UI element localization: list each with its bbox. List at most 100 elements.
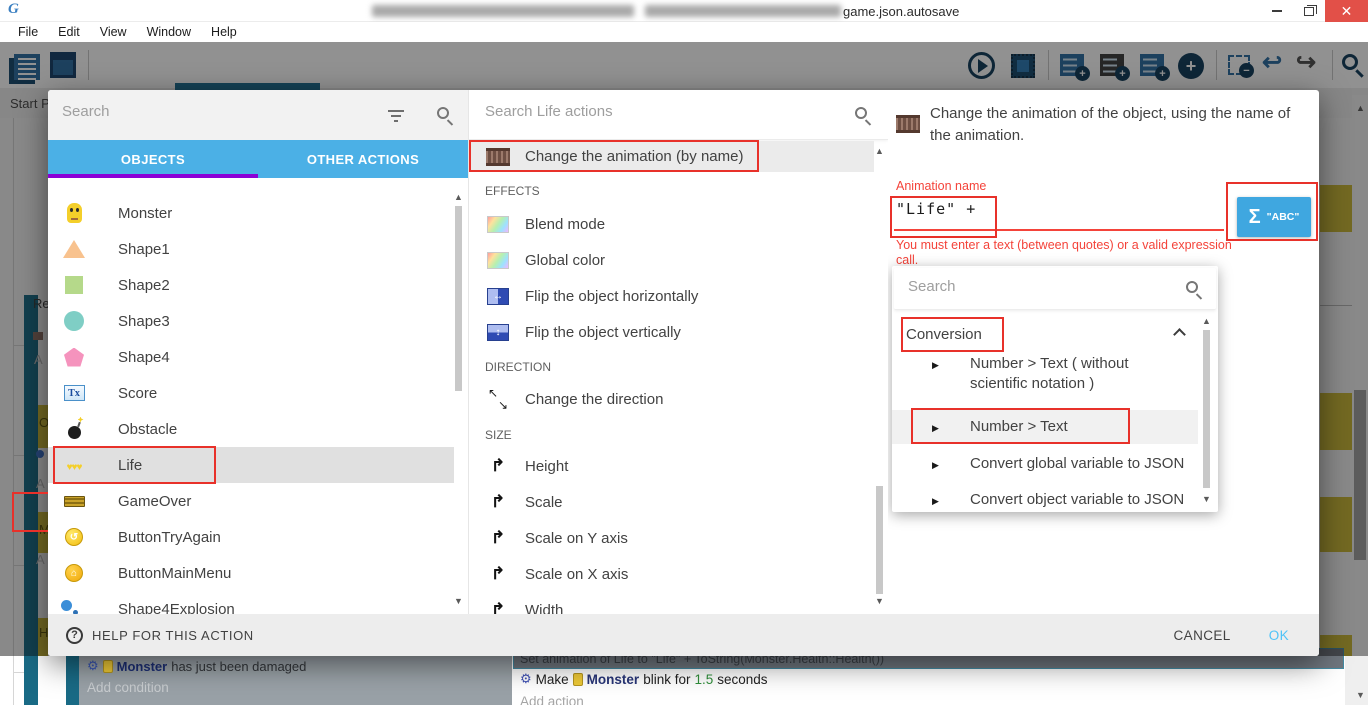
expression-row-global-var-json[interactable]: Convert global variable to JSON xyxy=(892,454,1198,475)
object-row-buttonmainmenu[interactable]: ButtonMainMenu xyxy=(48,555,454,591)
scroll-up-icon[interactable]: ▲ xyxy=(1202,316,1211,326)
objects-tabs: OBJECTS OTHER ACTIONS xyxy=(48,140,468,178)
object-row-buttontryagain[interactable]: ButtonTryAgain xyxy=(48,519,454,555)
action-row-scale-y[interactable]: Scale on Y axis xyxy=(470,520,874,556)
chevron-up-icon[interactable] xyxy=(1173,328,1186,341)
tree-guide-line xyxy=(13,656,14,705)
action-row-global-color[interactable]: Global color xyxy=(470,242,874,278)
action-editor-dialog: OBJECTS OTHER ACTIONS Monster Shape1 Sha… xyxy=(48,90,1319,656)
tab-objects[interactable]: OBJECTS xyxy=(48,140,258,178)
pink-pentagon-icon xyxy=(62,345,86,369)
expression-dropdown: Conversion Number > Text ( without scien… xyxy=(892,266,1218,512)
dropdown-scrollbar-thumb[interactable] xyxy=(1203,330,1210,488)
flip-vertical-icon xyxy=(486,320,510,344)
help-label: HELP FOR THIS ACTION xyxy=(92,628,254,643)
rainbow-icon xyxy=(486,248,510,272)
resize-corner-icon xyxy=(486,526,510,550)
annotation-box-change-animation xyxy=(469,140,759,172)
gdevelop-logo-icon: G xyxy=(8,1,19,18)
action-row-scale-x[interactable]: Scale on X axis xyxy=(470,556,874,592)
condition-column: ⚙ Monster has just been damaged Add cond… xyxy=(79,656,512,705)
events-scrollbar-bottom: ▼ xyxy=(1345,656,1368,705)
expression-row-object-var-json[interactable]: Convert object variable to JSON xyxy=(892,490,1198,511)
annotation-box-life-object xyxy=(53,446,216,484)
restore-button[interactable] xyxy=(1294,0,1324,22)
action-row-blend-mode[interactable]: Blend mode xyxy=(470,206,874,242)
menu-window[interactable]: Window xyxy=(137,25,201,39)
scroll-down-icon[interactable]: ▼ xyxy=(454,596,463,606)
triangle-bullet-icon xyxy=(932,354,940,375)
action-text: Make xyxy=(536,672,569,687)
resize-corner-icon xyxy=(486,598,510,614)
cancel-button[interactable]: CANCEL xyxy=(1174,628,1231,643)
objects-scrollbar-thumb[interactable] xyxy=(455,206,462,391)
action-type-icon: ⚙ xyxy=(520,671,532,687)
resize-corner-icon xyxy=(486,490,510,514)
restore-icon xyxy=(1304,7,1314,16)
object-row-shape4[interactable]: Shape4 xyxy=(48,339,454,375)
action-row-change-direction[interactable]: Change the direction xyxy=(470,381,874,417)
annotation-box-expression-button xyxy=(1226,182,1318,241)
action-row-width[interactable]: Width xyxy=(470,592,874,614)
expression-row-number-text-no-sci[interactable]: Number > Text ( without scientific notat… xyxy=(892,354,1198,394)
menu-edit[interactable]: Edit xyxy=(48,25,90,39)
tab-other-actions[interactable]: OTHER ACTIONS xyxy=(258,140,468,178)
monster-sprite-icon xyxy=(62,201,86,225)
object-row-shape2[interactable]: Shape2 xyxy=(48,267,454,303)
condition-object-name: Monster xyxy=(117,659,168,674)
object-label: Obstacle xyxy=(118,421,177,438)
condition-type-icon: ⚙ xyxy=(87,658,99,674)
event-indent-bar xyxy=(66,656,79,705)
object-row-obstacle[interactable]: Obstacle xyxy=(48,411,454,447)
ok-button[interactable]: OK xyxy=(1269,628,1289,643)
menu-help[interactable]: Help xyxy=(201,25,247,39)
action-row-flip-vertical[interactable]: Flip the object vertically xyxy=(470,314,874,350)
blurred-path-text xyxy=(645,5,841,17)
action-description: Change the animation of the object, usin… xyxy=(930,103,1305,147)
annotation-box-field-value xyxy=(890,196,997,238)
objects-search-input[interactable] xyxy=(62,103,362,120)
scroll-down-icon[interactable]: ▼ xyxy=(1202,494,1211,504)
close-button[interactable]: ✕ xyxy=(1325,0,1368,22)
help-button[interactable]: ? HELP FOR THIS ACTION xyxy=(66,627,254,644)
object-row-shape1[interactable]: Shape1 xyxy=(48,231,454,267)
action-label: Height xyxy=(525,458,568,475)
expression-label: Convert object variable to JSON xyxy=(970,490,1184,510)
condition-text: has just been damaged xyxy=(171,659,306,674)
object-row-gameover[interactable]: GameOver xyxy=(48,483,454,519)
filter-icon[interactable] xyxy=(388,109,404,121)
annotation-box-number-to-text xyxy=(911,408,1130,444)
action-row-flip-horizontal[interactable]: Flip the object horizontally xyxy=(470,278,874,314)
action-object-name: Monster xyxy=(587,672,640,687)
object-row-shape4explosion[interactable]: Shape4Explosion xyxy=(48,591,454,614)
scroll-up-icon[interactable]: ▲ xyxy=(454,192,463,202)
actions-search-input[interactable] xyxy=(485,103,815,120)
rainbow-icon xyxy=(486,212,510,236)
resize-corner-icon xyxy=(486,454,510,478)
condition-row: ⚙ Monster has just been damaged xyxy=(87,658,306,674)
active-tab-underline xyxy=(48,174,258,178)
menubar: File Edit View Window Help xyxy=(0,22,1368,42)
menu-file[interactable]: File xyxy=(8,25,48,39)
menu-view[interactable]: View xyxy=(90,25,137,39)
expression-search-row xyxy=(894,268,1216,310)
action-value: 1.5 xyxy=(694,672,713,687)
object-label: GameOver xyxy=(118,493,191,510)
expression-label: Convert global variable to JSON xyxy=(970,454,1184,474)
scroll-down-icon[interactable]: ▼ xyxy=(875,596,884,606)
close-icon: ✕ xyxy=(1341,3,1353,20)
action-row-height[interactable]: Height xyxy=(470,448,874,484)
expression-search-input[interactable] xyxy=(908,278,1158,295)
annotation-box-background-fragment xyxy=(12,492,48,532)
minimize-button[interactable] xyxy=(1262,0,1292,22)
actions-scrollbar-thumb[interactable] xyxy=(876,486,883,594)
action-text: blink for xyxy=(643,672,690,687)
object-label: Shape4Explosion xyxy=(118,601,235,615)
action-label: Width xyxy=(525,602,563,615)
object-row-monster[interactable]: Monster xyxy=(48,195,454,231)
object-row-shape3[interactable]: Shape3 xyxy=(48,303,454,339)
action-row-scale[interactable]: Scale xyxy=(470,484,874,520)
action-label: Scale on X axis xyxy=(525,566,628,583)
scroll-up-icon[interactable]: ▲ xyxy=(875,146,884,156)
object-row-score[interactable]: Score xyxy=(48,375,454,411)
